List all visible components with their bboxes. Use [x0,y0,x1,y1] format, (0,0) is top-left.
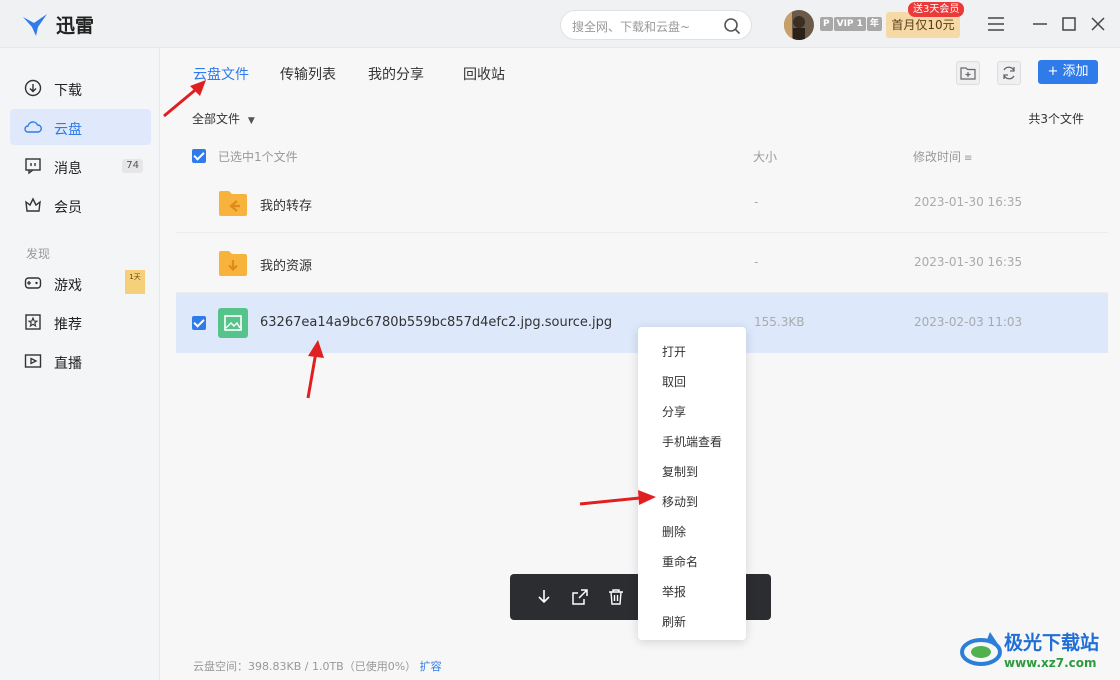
cloud-icon [24,121,42,133]
sidebar-item-label: 云盘 [54,122,82,138]
vip-level: VIP 1 [833,17,866,31]
sidebar-item-label: 会员 [54,200,82,216]
menu-item-share[interactable]: 分享 [662,403,686,420]
add-button-label: 添加 [1062,64,1089,79]
app-name: 迅雷 [56,15,95,37]
sidebar-item-label: 直播 [54,356,82,372]
tab-recycle-bin[interactable]: 回收站 [463,64,505,84]
sidebar-item-games[interactable]: 游戏 1天 [10,265,151,301]
star-icon [25,314,41,330]
sidebar-item-label: 下载 [54,83,82,99]
file-size: 155.3KB [754,315,805,329]
menu-item-copy-to[interactable]: 复制到 [662,463,698,480]
new-folder-icon [960,67,976,80]
app-logo: 迅雷 [22,11,94,38]
close-icon[interactable] [1088,14,1108,34]
site-watermark: 极光下载站 www.xz7.com [960,626,1116,678]
game-promo-badge: 1天 [125,270,145,294]
thunder-bird-icon [23,13,47,36]
watermark-title: 极光下载站 [1004,632,1100,654]
menu-icon[interactable] [986,14,1006,34]
live-icon [24,354,42,368]
new-folder-button[interactable] [956,61,980,85]
tab-my-shares[interactable]: 我的分享 [368,64,424,84]
menu-item-retrieve[interactable]: 取回 [662,373,686,390]
sidebar: 下载 云盘 消息 74 会员 发现 游戏 1天 推荐 直播 [0,48,160,680]
sidebar-item-cloud[interactable]: 云盘 [10,109,151,145]
row-checkbox[interactable] [192,316,206,330]
search-icon[interactable] [723,17,741,35]
add-button[interactable]: + 添加 [1038,60,1098,84]
sidebar-item-download[interactable]: 下载 [10,70,151,106]
watermark-logo-icon [960,632,1002,666]
chevron-down-icon: ▼ [247,116,255,126]
column-header-size[interactable]: 大小 [753,148,777,165]
menu-item-move-to[interactable]: 移动到 [662,493,698,510]
image-file-icon [218,308,248,338]
sidebar-item-vip[interactable]: 会员 [10,187,151,223]
download-icon[interactable] [534,587,554,607]
resource-folder-icon [219,251,247,276]
file-name: 我的转存 [260,199,313,214]
maximize-icon[interactable] [1059,14,1079,34]
menu-item-rename[interactable]: 重命名 [662,553,698,570]
avatar[interactable] [784,10,814,40]
file-modified-time: 2023-01-30 16:35 [914,255,1023,269]
search-placeholder: 搜全网、下载和云盘~ [572,20,691,34]
file-size: - [754,195,759,209]
menu-item-view-on-phone[interactable]: 手机端查看 [662,433,722,450]
sidebar-item-messages[interactable]: 消息 74 [10,148,151,184]
sidebar-item-recommend[interactable]: 推荐 [10,304,151,340]
watermark-url: www.xz7.com [1004,656,1097,670]
trash-icon[interactable] [606,587,626,607]
file-size: - [754,255,759,269]
sidebar-section-discover: 发现 [26,247,51,261]
download-icon [24,79,42,97]
table-row[interactable]: 我的资源 - 2023-01-30 16:35 [176,233,1108,293]
refresh-icon [1003,66,1015,80]
gamepad-icon [24,277,42,289]
vip-p-mark: P [820,17,833,31]
file-name: 63267ea14a9bc6780b559bc857d4efc2.jpg.sou… [260,315,613,330]
tab-transfer-list[interactable]: 传输列表 [280,64,336,84]
context-menu: 打开 取回 分享 手机端查看 复制到 移动到 删除 重命名 举报 刷新 [638,327,746,640]
sidebar-item-label: 游戏 [54,278,82,294]
file-filter-dropdown[interactable]: 全部文件 ▼ [192,110,255,127]
column-header-modified[interactable]: 修改时间 ≡ [913,148,972,165]
menu-item-delete[interactable]: 删除 [662,523,686,540]
file-filter-label: 全部文件 [192,112,241,126]
selected-count-label: 已选中1个文件 [218,150,298,164]
select-all-checkbox[interactable] [192,149,206,163]
vip-badge: P VIP 1 年 [820,17,882,31]
minimize-icon[interactable] [1030,14,1050,34]
menu-item-open[interactable]: 打开 [662,343,686,360]
share-icon[interactable] [570,587,590,607]
refresh-button[interactable] [997,61,1021,85]
sidebar-item-label: 消息 [54,161,82,177]
sidebar-item-label: 推荐 [54,317,82,333]
menu-item-refresh[interactable]: 刷新 [662,613,686,630]
expand-storage-link[interactable]: 扩容 [420,660,442,673]
sidebar-item-live[interactable]: 直播 [10,343,151,379]
storage-info: 云盘空间：398.83KB / 1.0TB（已使用0%） 扩容 [193,658,442,674]
vip-suffix: 年 [866,17,882,31]
search-input[interactable]: 搜全网、下载和云盘~ [560,10,752,40]
message-count-badge: 74 [122,159,143,173]
storage-usage-text: 云盘空间：398.83KB / 1.0TB（已使用0%） [193,660,417,673]
sort-icon: ≡ [964,153,973,164]
promo-badge: 送3天会员 [908,2,965,17]
menu-item-report[interactable]: 举报 [662,583,686,600]
file-total-count: 共3个文件 [1028,112,1084,126]
file-name: 我的资源 [260,259,313,274]
plus-icon: + [1047,64,1063,79]
column-header-modified-label: 修改时间 [913,150,962,164]
file-modified-time: 2023-02-03 11:03 [914,315,1023,329]
title-bar: 迅雷 搜全网、下载和云盘~ P VIP 1 年 首月仅10元 送3天会员 [0,0,1120,48]
table-row[interactable]: 我的转存 - 2023-01-30 16:35 [176,173,1108,233]
file-modified-time: 2023-01-30 16:35 [914,195,1023,209]
tab-cloud-files[interactable]: 云盘文件 [193,64,249,84]
crown-icon [25,197,41,212]
message-icon [25,158,41,175]
transfer-folder-icon [219,191,247,216]
